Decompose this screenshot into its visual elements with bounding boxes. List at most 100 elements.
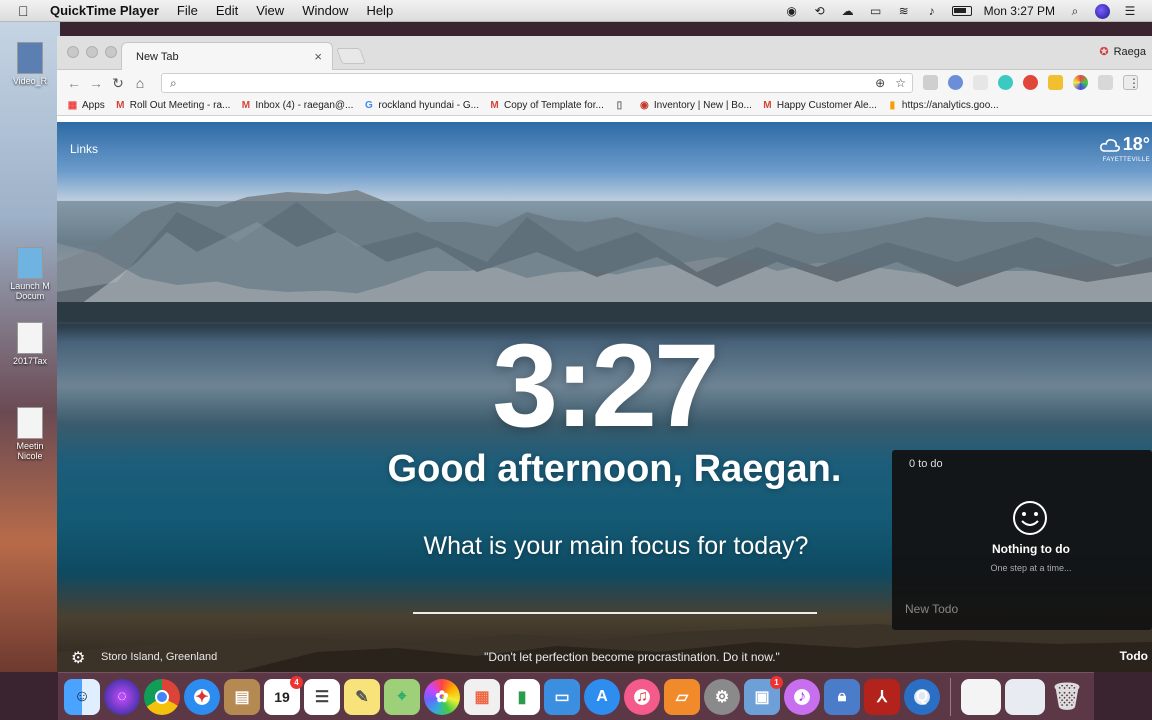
file-thumbnail-icon: [17, 322, 43, 354]
desktop-file-video[interactable]: Video_R: [4, 42, 56, 86]
extension-box-icon[interactable]: [1098, 75, 1113, 90]
maps-icon[interactable]: ⌖: [384, 678, 420, 715]
desktop-file-tax[interactable]: 2017Tax: [4, 322, 56, 366]
numbers-icon[interactable]: ▮: [504, 678, 540, 715]
daily-quote[interactable]: "Don't let perfection become procrastina…: [57, 650, 1152, 664]
back-arrow-icon[interactable]: ←: [63, 75, 85, 91]
desktop-file-launch[interactable]: Launch M Docum: [4, 247, 56, 301]
quicktime-icon[interactable]: Q: [904, 678, 940, 715]
trash-icon[interactable]: 🗑︎: [1049, 679, 1085, 715]
menubar-clock[interactable]: Mon 3:27 PM: [984, 4, 1055, 18]
forward-arrow-icon[interactable]: →: [85, 75, 107, 91]
chrome-icon[interactable]: [144, 678, 180, 715]
calendar-badge: 4: [290, 675, 303, 689]
siri-icon[interactable]: ◌: [104, 678, 140, 715]
menu-window[interactable]: Window: [302, 3, 348, 18]
maximize-window-button[interactable]: [105, 46, 117, 58]
extension-yellow-icon[interactable]: [1048, 75, 1063, 90]
music-icon[interactable]: ♫: [624, 678, 660, 715]
todo-count[interactable]: 0 to do: [909, 458, 943, 470]
todo-empty-title: Nothing to do: [992, 542, 1070, 556]
momentum-dashboard: Links 18° FAYETTEVILLE 3:27 Good afterno…: [57, 122, 1152, 672]
minimize-window-button[interactable]: [86, 46, 98, 58]
extension-light-icon[interactable]: [973, 75, 988, 90]
extension-red-icon[interactable]: [1023, 75, 1038, 90]
recent-document-icon[interactable]: [961, 678, 1001, 715]
bookmark-analytics[interactable]: ▮ https://analytics.goo...: [887, 100, 999, 111]
apple-menu-icon[interactable]: : [18, 3, 32, 19]
file-thumbnail-icon: [17, 407, 43, 439]
new-tab-button[interactable]: [336, 48, 366, 64]
airplay-icon[interactable]: ▭: [868, 4, 884, 18]
contacts-icon[interactable]: ▤: [224, 678, 260, 715]
location-target-icon[interactable]: ⊕: [875, 76, 885, 90]
wifi-icon[interactable]: ≋: [896, 4, 912, 18]
recent-window-icon[interactable]: [1005, 678, 1045, 715]
bookmark-document[interactable]: ▯: [614, 100, 629, 111]
weather-temperature: 18°: [1122, 134, 1150, 154]
spotlight-search-icon[interactable]: ⌕: [1067, 4, 1083, 18]
siri-icon[interactable]: [1095, 3, 1110, 19]
cloud-sync-icon[interactable]: ☁: [840, 4, 856, 18]
lock-icon[interactable]: 🔒︎: [824, 678, 860, 715]
tab-close-icon[interactable]: ×: [314, 49, 322, 64]
close-window-button[interactable]: [67, 46, 79, 58]
finder-icon[interactable]: ☺: [64, 678, 100, 715]
battery-icon[interactable]: [951, 6, 972, 16]
calendar-icon[interactable]: 19 4: [264, 675, 303, 715]
tab-new-tab[interactable]: New Tab ×: [121, 42, 333, 70]
bookmark-rockland-hyundai[interactable]: G rockland hyundai - G...: [363, 100, 479, 111]
keynote-podium-icon[interactable]: ▦: [464, 678, 500, 715]
menu-file[interactable]: File: [177, 3, 198, 18]
preview-icon[interactable]: ▣ 1: [744, 675, 783, 715]
menu-app-name[interactable]: QuickTime Player: [50, 3, 159, 18]
weather-widget[interactable]: 18° FAYETTEVILLE: [1099, 134, 1150, 163]
reminders-icon[interactable]: ☰: [304, 678, 340, 715]
app-store-icon[interactable]: A: [584, 678, 620, 715]
time-machine-icon[interactable]: ⟲: [812, 4, 828, 18]
gmail-icon: M: [241, 100, 251, 111]
volume-icon[interactable]: ♪: [924, 4, 940, 18]
home-icon[interactable]: ⌂: [129, 75, 151, 91]
photos-icon[interactable]: ✿: [424, 678, 460, 715]
bookmark-inventory[interactable]: ◉ Inventory | New | Bo...: [639, 100, 752, 111]
browser-menu-icon[interactable]: ⋮: [1128, 76, 1140, 90]
bookmark-copy-of-template[interactable]: M Copy of Template for...: [489, 100, 604, 111]
desktop-file-label: Launch M Docum: [10, 281, 50, 301]
extension-teal-icon[interactable]: [998, 75, 1013, 90]
bookmark-label: Copy of Template for...: [503, 100, 604, 111]
gmail-icon: M: [490, 100, 499, 111]
extension-multicolor-icon[interactable]: [1073, 75, 1088, 90]
acrobat-icon[interactable]: ⅄: [864, 678, 900, 715]
new-todo-input[interactable]: [905, 602, 1135, 616]
desktop-background: Video_R Launch M Docum 2017Tax Meetin Ni…: [0, 22, 60, 672]
menu-edit[interactable]: Edit: [216, 3, 238, 18]
profile-button[interactable]: ✪ Raega: [1099, 45, 1146, 59]
address-bar[interactable]: ⌕ ⊕ ☆: [161, 73, 913, 93]
extension-pen-icon[interactable]: [948, 75, 963, 90]
desktop-file-meeting[interactable]: Meetin Nicole: [4, 407, 56, 461]
browser-toolbar: ← → ↻ ⌂ ⌕ ⊕ ☆ ⋮: [57, 70, 1152, 96]
profile-name: Raega: [1113, 45, 1146, 58]
bookmark-apps[interactable]: ▦ Apps: [67, 100, 105, 111]
focus-input[interactable]: [413, 612, 817, 614]
bookmark-happy-customer[interactable]: M Happy Customer Ale...: [762, 100, 877, 111]
notes-icon[interactable]: ✎: [344, 678, 380, 715]
profile-icon: ✪: [1099, 46, 1109, 58]
bookmark-roll-out-meeting[interactable]: M Roll Out Meeting - ra...: [115, 100, 230, 111]
system-preferences-icon[interactable]: ⚙: [704, 678, 740, 715]
bookmark-star-icon[interactable]: ☆: [895, 76, 906, 90]
itunes-icon[interactable]: ♪: [784, 678, 820, 715]
bookmark-inbox[interactable]: M Inbox (4) - raegan@...: [240, 100, 354, 111]
links-button[interactable]: Links: [70, 142, 98, 156]
menu-view[interactable]: View: [256, 3, 284, 18]
menu-help[interactable]: Help: [366, 3, 393, 18]
safari-icon[interactable]: ✦: [184, 678, 220, 715]
screen-recording-icon[interactable]: ◉: [784, 4, 800, 18]
keynote-icon[interactable]: ▭: [544, 678, 580, 715]
extension-gray-icon[interactable]: [923, 75, 938, 90]
books-icon[interactable]: ▱: [664, 678, 700, 715]
reload-icon[interactable]: ↻: [107, 75, 129, 92]
todo-toggle-button[interactable]: Todo: [1120, 649, 1148, 663]
notification-center-icon[interactable]: ☰: [1122, 4, 1138, 18]
